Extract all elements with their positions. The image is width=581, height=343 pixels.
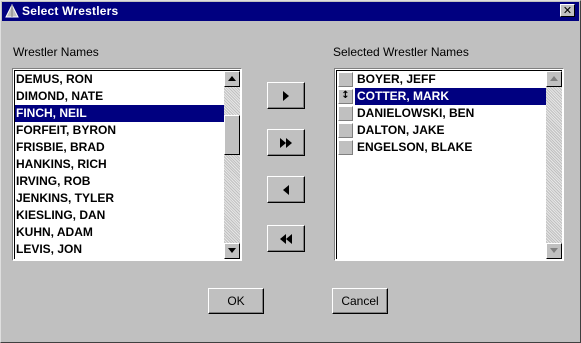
scroll-up-button[interactable] <box>224 71 240 87</box>
list-item[interactable]: JENKINS, TYLER <box>15 190 224 207</box>
selected-wrestler-names-label: Selected Wrestler Names <box>333 45 469 59</box>
arrow-right-icon <box>283 90 289 101</box>
ok-button[interactable]: OK <box>208 288 264 314</box>
drag-handle-icon[interactable] <box>338 106 353 121</box>
up-arrow-icon <box>228 76 236 81</box>
drag-handle-icon[interactable]: ↕ <box>338 89 353 104</box>
wrestler-names-rows: DEMUS, RON DIMOND, NATE FINCH, NEIL FORFEIT… <box>15 71 224 258</box>
scroll-down-button[interactable] <box>546 243 562 259</box>
list-item[interactable]: KIESLING, DAN <box>15 207 224 224</box>
list-item[interactable]: ENGELSON, BLAKE <box>337 139 546 156</box>
add-selected-button[interactable] <box>267 82 305 109</box>
list-item-label: BOYER, JEFF <box>357 72 436 86</box>
remove-all-button[interactable] <box>267 225 305 252</box>
scroll-down-button[interactable] <box>224 243 240 259</box>
selected-wrestler-names-scrollbar[interactable] <box>546 71 562 259</box>
window-title: Select Wrestlers <box>22 4 119 18</box>
scroll-thumb[interactable] <box>224 115 240 155</box>
list-item-label: COTTER, MARK <box>355 88 546 105</box>
list-item-label: DALTON, JAKE <box>357 123 445 137</box>
list-item[interactable]: LEVIS, JON <box>15 241 224 258</box>
list-item[interactable]: DIMOND, NATE <box>15 88 224 105</box>
drag-handle-icon[interactable] <box>338 123 353 138</box>
list-item[interactable]: BOYER, JEFF <box>337 71 546 88</box>
cancel-button[interactable]: Cancel <box>332 288 388 314</box>
selected-wrestler-names-list[interactable]: BOYER, JEFF ↕ COTTER, MARK DANIELOWSKI, BEN… <box>334 68 564 261</box>
double-arrow-left-icon <box>280 233 292 244</box>
down-arrow-icon <box>228 248 236 253</box>
list-item[interactable]: FRISBIE, BRAD <box>15 139 224 156</box>
up-arrow-icon <box>550 76 558 81</box>
app-icon <box>5 4 19 18</box>
list-item[interactable]: HANKINS, RICH <box>15 156 224 173</box>
wrestler-names-label: Wrestler Names <box>13 45 99 59</box>
drag-handle-icon[interactable] <box>338 72 353 87</box>
select-wrestlers-dialog: Select Wrestlers ✕ Wrestler Names Select… <box>0 0 581 343</box>
list-item[interactable]: ↕ COTTER, MARK <box>337 88 546 105</box>
remove-selected-button[interactable] <box>267 176 305 203</box>
title-bar[interactable]: Select Wrestlers ✕ <box>2 2 579 21</box>
double-arrow-right-icon <box>280 137 292 148</box>
wrestler-names-list[interactable]: DEMUS, RON DIMOND, NATE FINCH, NEIL FORFEIT… <box>12 68 242 261</box>
selected-wrestler-names-rows: BOYER, JEFF ↕ COTTER, MARK DANIELOWSKI, BEN… <box>337 71 546 156</box>
close-button[interactable]: ✕ <box>560 4 575 17</box>
arrow-left-icon <box>283 184 289 195</box>
close-icon: ✕ <box>562 4 573 17</box>
list-item[interactable]: DANIELOWSKI, BEN <box>337 105 546 122</box>
list-item[interactable]: KUHN, ADAM <box>15 224 224 241</box>
list-item[interactable]: DALTON, JAKE <box>337 122 546 139</box>
list-item[interactable]: FINCH, NEIL <box>15 105 224 122</box>
list-item[interactable]: IRVING, ROB <box>15 173 224 190</box>
wrestler-names-scrollbar[interactable] <box>224 71 240 259</box>
drag-handle-icon[interactable] <box>338 140 353 155</box>
list-item-label: DANIELOWSKI, BEN <box>357 106 475 120</box>
add-all-button[interactable] <box>267 129 305 156</box>
list-item[interactable]: DEMUS, RON <box>15 71 224 88</box>
scroll-up-button[interactable] <box>546 71 562 87</box>
list-item-label: ENGELSON, BLAKE <box>357 140 473 154</box>
down-arrow-icon <box>550 248 558 253</box>
list-item[interactable]: FORFEIT, BYRON <box>15 122 224 139</box>
